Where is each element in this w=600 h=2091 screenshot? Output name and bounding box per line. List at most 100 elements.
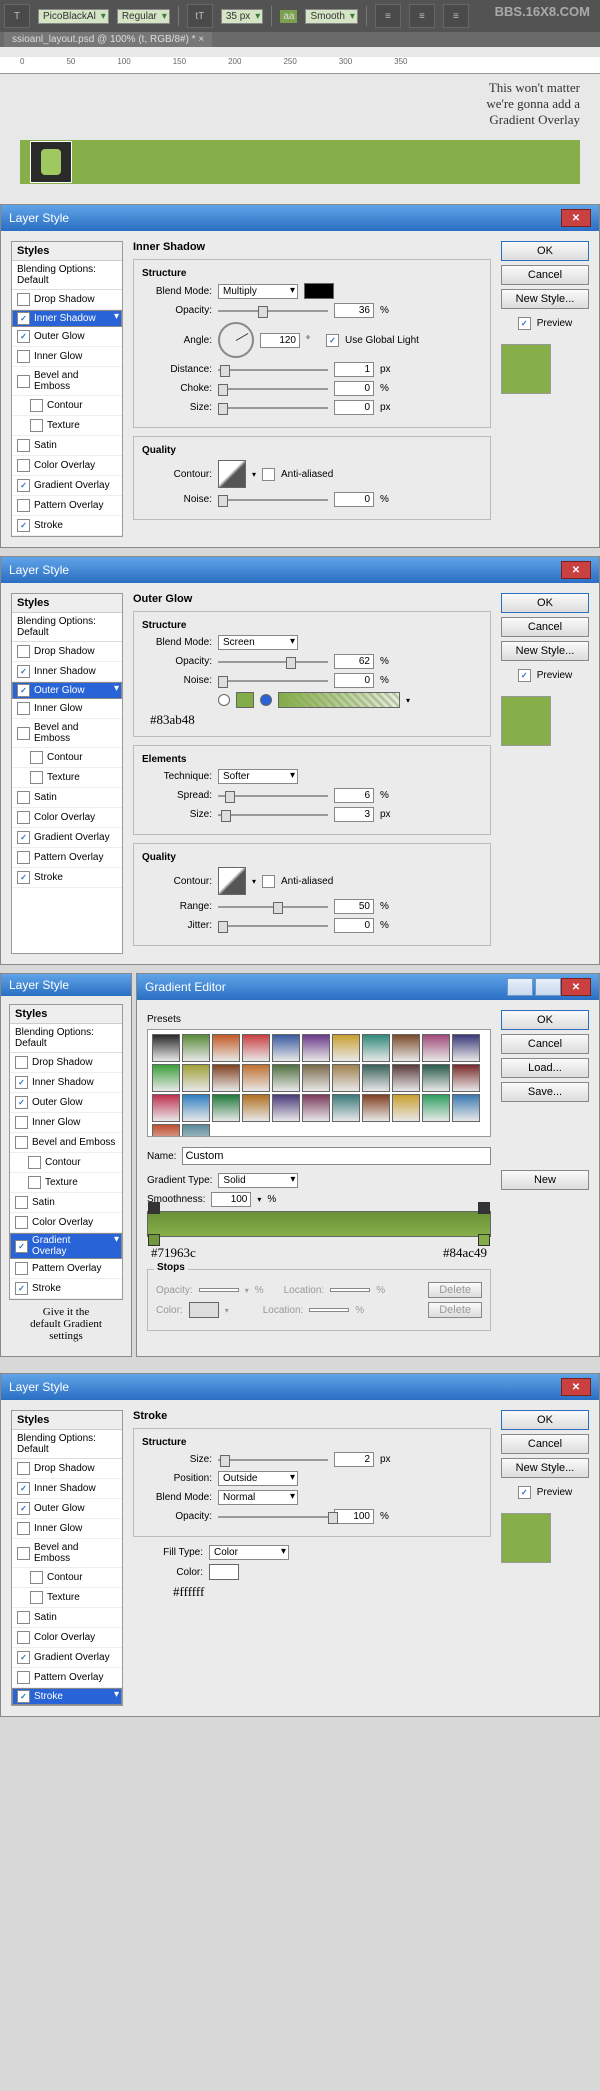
- preset-swatch[interactable]: [152, 1034, 180, 1062]
- preset-swatch[interactable]: [152, 1124, 180, 1137]
- style-drop-shadow[interactable]: Drop Shadow: [12, 290, 122, 310]
- style-inner-glow[interactable]: Inner Glow: [12, 699, 122, 719]
- style-satin[interactable]: Satin: [12, 1608, 122, 1628]
- style-satin[interactable]: Satin: [10, 1193, 122, 1213]
- preset-swatch[interactable]: [452, 1094, 480, 1122]
- new-style-button[interactable]: New Style...: [501, 641, 589, 661]
- preset-swatch[interactable]: [212, 1094, 240, 1122]
- noise-input[interactable]: 0: [334, 492, 374, 507]
- opacity-slider[interactable]: [218, 1510, 328, 1524]
- document-tab[interactable]: ssioanl_layout.psd @ 100% (t, RGB/8#) * …: [4, 32, 212, 47]
- cancel-button[interactable]: Cancel: [501, 1034, 589, 1054]
- checkbox[interactable]: [30, 399, 43, 412]
- style-gradient-overlay[interactable]: Gradient Overlay: [12, 476, 122, 496]
- checkbox[interactable]: [17, 1690, 30, 1703]
- ok-button[interactable]: OK: [501, 593, 589, 613]
- save-button[interactable]: Save...: [501, 1082, 589, 1102]
- titlebar[interactable]: Layer Style✕: [1, 557, 599, 583]
- noise-input[interactable]: 0: [334, 673, 374, 688]
- color-stop-left[interactable]: [148, 1234, 160, 1246]
- styles-header[interactable]: Styles: [12, 594, 122, 613]
- checkbox[interactable]: [17, 851, 30, 864]
- preview-checkbox[interactable]: [518, 669, 531, 682]
- preset-swatch[interactable]: [452, 1034, 480, 1062]
- checkbox[interactable]: [15, 1056, 28, 1069]
- preset-swatch[interactable]: [362, 1094, 390, 1122]
- align-center-icon[interactable]: ≡: [409, 4, 435, 28]
- close-button[interactable]: ✕: [561, 1378, 591, 1396]
- style-color-overlay[interactable]: Color Overlay: [12, 1628, 122, 1648]
- opacity-stop-right[interactable]: [478, 1202, 490, 1214]
- style-inner-glow[interactable]: Inner Glow: [12, 1519, 122, 1539]
- jitter-slider[interactable]: [218, 919, 328, 933]
- choke-slider[interactable]: [218, 382, 328, 396]
- load-button[interactable]: Load...: [501, 1058, 589, 1078]
- color-radio[interactable]: [218, 694, 230, 706]
- style-bevel-emboss[interactable]: Bevel and Emboss: [12, 367, 122, 396]
- contour-picker[interactable]: [218, 867, 246, 895]
- ok-button[interactable]: OK: [501, 1010, 589, 1030]
- style-drop-shadow[interactable]: Drop Shadow: [12, 1459, 122, 1479]
- color-swatch[interactable]: [236, 692, 254, 708]
- opacity-slider[interactable]: [218, 655, 328, 669]
- preset-swatch[interactable]: [242, 1094, 270, 1122]
- preset-swatch[interactable]: [212, 1034, 240, 1062]
- preset-swatch[interactable]: [422, 1094, 450, 1122]
- color-stop-right[interactable]: [478, 1234, 490, 1246]
- style-texture[interactable]: Texture: [12, 1588, 122, 1608]
- gradient-picker[interactable]: [278, 692, 400, 708]
- noise-slider[interactable]: [218, 674, 328, 688]
- checkbox[interactable]: [15, 1216, 28, 1229]
- opacity-slider[interactable]: [218, 304, 328, 318]
- checkbox[interactable]: [17, 1671, 30, 1684]
- checkbox[interactable]: [17, 439, 30, 452]
- blending-options[interactable]: Blending Options: Default: [12, 261, 122, 290]
- style-inner-shadow[interactable]: Inner Shadow: [12, 310, 122, 327]
- opacity-stop-left[interactable]: [148, 1202, 160, 1214]
- align-right-icon[interactable]: ≡: [443, 4, 469, 28]
- blend-mode-select[interactable]: Screen: [218, 635, 298, 650]
- preset-swatch[interactable]: [302, 1094, 330, 1122]
- checkbox[interactable]: [15, 1196, 28, 1209]
- titlebar[interactable]: Gradient Editor✕: [137, 974, 599, 1000]
- color-swatch[interactable]: [304, 283, 334, 299]
- preview-checkbox[interactable]: [518, 1486, 531, 1499]
- blend-mode-select[interactable]: Normal: [218, 1490, 298, 1505]
- checkbox[interactable]: [30, 771, 43, 784]
- preset-swatch[interactable]: [242, 1064, 270, 1092]
- style-drop-shadow[interactable]: Drop Shadow: [10, 1053, 122, 1073]
- preset-swatch[interactable]: [332, 1064, 360, 1092]
- preset-swatch[interactable]: [392, 1034, 420, 1062]
- range-slider[interactable]: [218, 900, 328, 914]
- style-outer-glow[interactable]: Outer Glow: [12, 682, 122, 699]
- distance-input[interactable]: 1: [334, 362, 374, 377]
- checkbox[interactable]: [30, 751, 43, 764]
- checkbox[interactable]: [30, 1571, 43, 1584]
- style-inner-shadow[interactable]: Inner Shadow: [12, 1479, 122, 1499]
- style-gradient-overlay[interactable]: Gradient Overlay: [10, 1233, 122, 1259]
- preset-swatch[interactable]: [182, 1034, 210, 1062]
- checkbox[interactable]: [17, 702, 30, 715]
- style-contour[interactable]: Contour: [12, 748, 122, 768]
- checkbox[interactable]: [17, 1462, 30, 1475]
- antialias-checkbox[interactable]: [262, 468, 275, 481]
- preset-swatch[interactable]: [422, 1034, 450, 1062]
- contour-arrow[interactable]: ▾: [252, 470, 256, 479]
- checkbox[interactable]: [15, 1136, 28, 1149]
- preset-swatch[interactable]: [362, 1064, 390, 1092]
- minimize-button[interactable]: [507, 978, 533, 996]
- checkbox[interactable]: [17, 1482, 30, 1495]
- new-style-button[interactable]: New Style...: [501, 1458, 589, 1478]
- range-input[interactable]: 50: [334, 899, 374, 914]
- gradient-bar[interactable]: [147, 1211, 491, 1237]
- cancel-button[interactable]: Cancel: [501, 265, 589, 285]
- checkbox[interactable]: [15, 1282, 28, 1295]
- smoothness-input[interactable]: 100: [211, 1192, 251, 1207]
- preset-swatch[interactable]: [302, 1034, 330, 1062]
- preset-swatch[interactable]: [272, 1094, 300, 1122]
- style-stroke[interactable]: Stroke: [12, 1688, 122, 1705]
- close-button[interactable]: ✕: [561, 561, 591, 579]
- cancel-button[interactable]: Cancel: [501, 617, 589, 637]
- style-inner-glow[interactable]: Inner Glow: [10, 1113, 122, 1133]
- checkbox[interactable]: [17, 350, 30, 363]
